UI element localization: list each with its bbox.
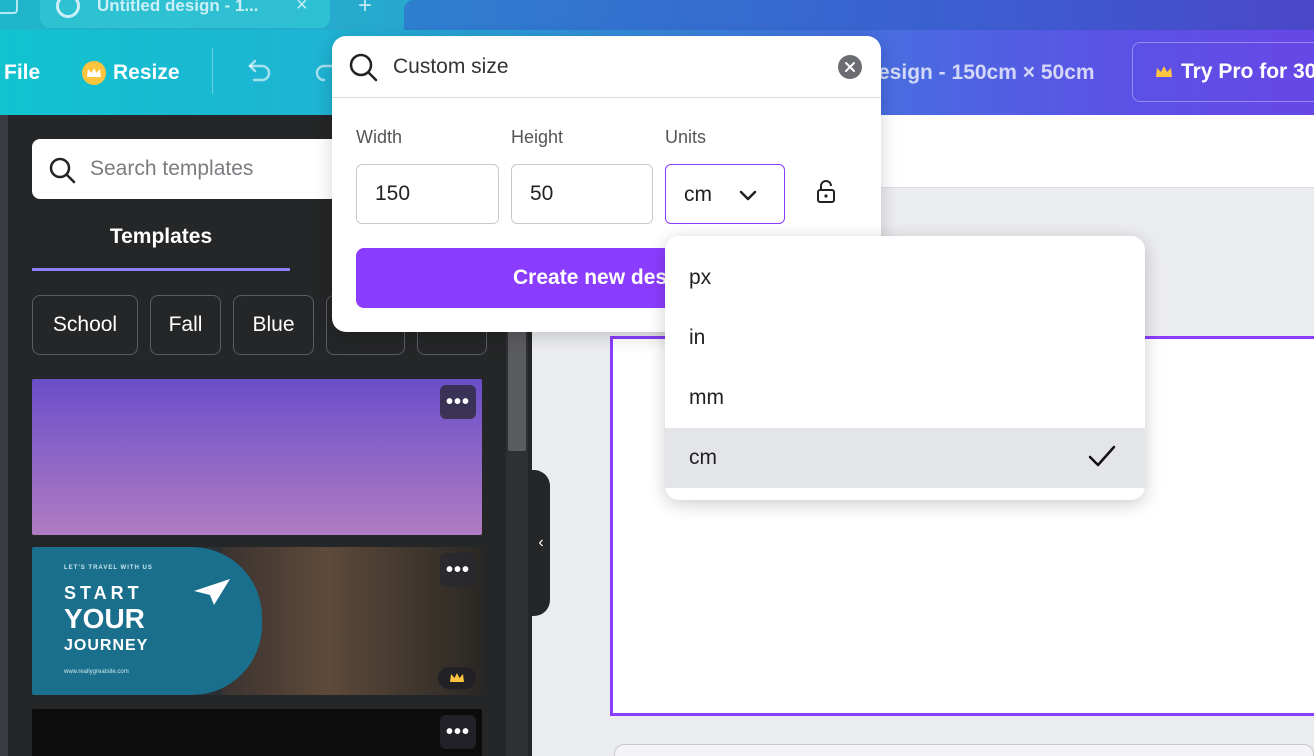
browser-tab[interactable]: Untitled design - 1... × bbox=[40, 0, 330, 28]
template-headline-2: YOUR bbox=[64, 603, 145, 634]
browser-tab-title: Untitled design - 1... bbox=[97, 0, 259, 15]
template-card[interactable]: ••• bbox=[32, 379, 482, 535]
search-icon bbox=[48, 156, 76, 189]
file-menu-button[interactable]: File bbox=[4, 61, 40, 85]
unlock-icon[interactable] bbox=[815, 179, 837, 210]
pro-crown-icon bbox=[438, 667, 476, 689]
units-label: Units bbox=[665, 127, 707, 147]
resize-button[interactable]: Resize bbox=[82, 61, 180, 85]
units-option-in[interactable]: in bbox=[665, 308, 1145, 368]
units-option-label: in bbox=[689, 326, 706, 349]
template-url: www.reallygreatsite.com bbox=[64, 669, 129, 675]
height-field[interactable]: 50 bbox=[511, 164, 653, 224]
close-tab-icon[interactable]: × bbox=[296, 0, 308, 17]
filter-chip-fall[interactable]: Fall bbox=[150, 295, 221, 355]
clear-search-icon[interactable] bbox=[838, 55, 862, 79]
paper-plane-icon bbox=[194, 579, 230, 605]
template-headline-3: JOURNEY bbox=[64, 637, 149, 654]
canva-logo-icon bbox=[56, 0, 80, 18]
width-label: Width bbox=[356, 127, 403, 147]
resize-search-text[interactable]: Custom size bbox=[393, 55, 509, 79]
header-divider bbox=[212, 48, 213, 94]
tab-templates[interactable]: Templates bbox=[32, 225, 290, 271]
browser-toolbar-bg bbox=[404, 0, 1314, 30]
checkmark-icon bbox=[1087, 444, 1117, 476]
create-new-design-label: Create new des bbox=[513, 266, 668, 289]
collapse-panel-handle[interactable]: ‹ bbox=[532, 470, 550, 616]
design-title[interactable]: esign - 150cm × 50cm bbox=[878, 61, 1095, 85]
try-pro-label: Try Pro for 30 bbox=[1181, 60, 1314, 83]
template-tagline: LET'S TRAVEL WITH US bbox=[64, 565, 153, 571]
more-options-icon[interactable]: ••• bbox=[440, 385, 476, 419]
filter-chip-blue[interactable]: Blue bbox=[233, 295, 314, 355]
template-search[interactable] bbox=[32, 139, 372, 199]
undo-icon[interactable] bbox=[242, 56, 274, 91]
crown-icon bbox=[1156, 66, 1172, 77]
units-dropdown-menu: px in mm cm bbox=[665, 236, 1145, 500]
template-card[interactable]: LET'S TRAVEL WITH US START YOUR JOURNEY … bbox=[32, 547, 482, 695]
resize-search[interactable]: Custom size bbox=[332, 36, 881, 98]
filter-chip-school[interactable]: School bbox=[32, 295, 138, 355]
template-headline-1: START bbox=[64, 583, 143, 603]
units-select-value: cm bbox=[684, 183, 712, 206]
units-option-px[interactable]: px bbox=[665, 248, 1145, 308]
search-input[interactable] bbox=[90, 139, 360, 199]
side-nav-strip bbox=[0, 115, 8, 756]
panel-scrollbar[interactable] bbox=[506, 305, 528, 756]
more-options-icon[interactable]: ••• bbox=[440, 715, 476, 749]
new-tab-button[interactable]: + bbox=[358, 0, 372, 20]
units-option-label: cm bbox=[689, 446, 717, 469]
template-card[interactable]: ••• bbox=[32, 709, 482, 756]
units-option-label: mm bbox=[689, 386, 724, 409]
width-field[interactable]: 150 bbox=[356, 164, 499, 224]
units-option-label: px bbox=[689, 266, 712, 289]
units-select[interactable]: cm bbox=[665, 164, 785, 224]
more-options-icon[interactable]: ••• bbox=[440, 553, 476, 587]
try-pro-button[interactable]: Try Pro for 30 bbox=[1132, 42, 1314, 102]
browser-tab-strip: Untitled design - 1... × + bbox=[0, 0, 1314, 30]
add-page-bar[interactable] bbox=[614, 744, 1314, 756]
chevron-down-icon bbox=[738, 185, 758, 211]
height-label: Height bbox=[511, 127, 564, 147]
units-option-mm[interactable]: mm bbox=[665, 368, 1145, 428]
resize-label: Resize bbox=[113, 61, 180, 84]
crown-icon bbox=[82, 61, 106, 85]
chevron-left-icon: ‹ bbox=[538, 534, 544, 551]
units-option-cm[interactable]: cm bbox=[665, 428, 1145, 488]
tab-sidebar-icon[interactable] bbox=[0, 0, 18, 14]
search-icon bbox=[348, 52, 378, 87]
